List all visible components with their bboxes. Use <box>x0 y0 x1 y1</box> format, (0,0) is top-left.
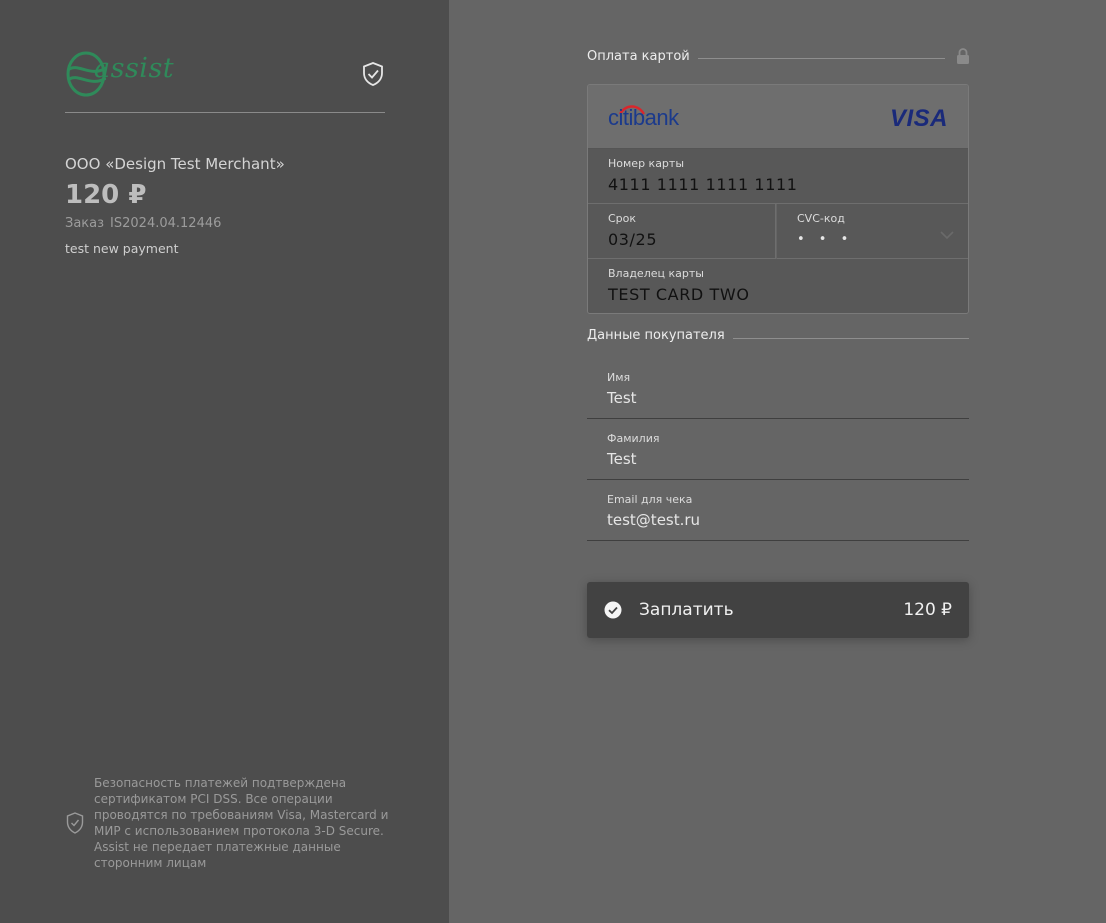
visa-logo: VISA <box>889 105 948 132</box>
buyer-section-title: Данные покупателя <box>587 328 733 343</box>
pay-button-label: Заплатить <box>639 600 734 620</box>
card-number-label: Номер карты <box>608 157 685 170</box>
cvc-label: CVC-код <box>797 212 845 225</box>
lock-icon <box>957 48 969 64</box>
order-label: Заказ <box>65 216 105 231</box>
order-amount: 120 ₽ <box>65 180 147 210</box>
card-header: citibank VISA <box>588 85 968 149</box>
check-circle-icon <box>604 601 622 619</box>
email-value[interactable]: test@test.ru <box>607 511 700 529</box>
order-description: test new payment <box>65 241 179 256</box>
shield-check-icon <box>363 62 383 86</box>
first-name-field[interactable]: Имя Test <box>587 359 969 419</box>
bank-logo: citibank <box>608 103 698 133</box>
expiry-value[interactable]: 03/25 <box>608 230 657 249</box>
expiry-field[interactable]: Срок 03/25 <box>588 204 776 259</box>
bank-name: citibank <box>608 105 679 130</box>
divider <box>65 112 385 113</box>
email-label: Email для чека <box>607 493 693 506</box>
card-form: citibank VISA Номер карты 4111 1111 1111… <box>587 84 969 314</box>
chevron-down-icon[interactable] <box>940 230 954 240</box>
expiry-label: Срок <box>608 212 637 225</box>
card-number-value[interactable]: 4111 1111 1111 1111 <box>608 175 798 194</box>
cvc-field[interactable]: CVC-код • • • <box>777 204 968 259</box>
card-number-field[interactable]: Номер карты 4111 1111 1111 1111 <box>588 149 968 204</box>
email-field[interactable]: Email для чека test@test.ru <box>587 481 969 541</box>
card-section-title: Оплата картой <box>587 49 698 64</box>
pay-button[interactable]: Заплатить 120 ₽ <box>587 582 969 638</box>
last-name-label: Фамилия <box>607 432 660 445</box>
security-note: Безопасность платежей подтверждена серти… <box>94 776 389 870</box>
assist-logo-text: assist <box>94 53 175 84</box>
cvc-value[interactable]: • • • <box>797 232 853 247</box>
first-name-value[interactable]: Test <box>607 389 637 407</box>
order-number: Заказ IS2024.04.12446 <box>65 216 227 231</box>
merchant-name: ООО «Design Test Merchant» <box>65 155 285 173</box>
cardholder-value[interactable]: TEST CARD TWO <box>608 285 750 304</box>
cardholder-field[interactable]: Владелец карты TEST CARD TWO <box>588 259 968 313</box>
pay-button-amount: 120 ₽ <box>903 600 952 620</box>
last-name-value[interactable]: Test <box>607 450 637 468</box>
last-name-field[interactable]: Фамилия Test <box>587 420 969 480</box>
cardholder-label: Владелец карты <box>608 267 704 280</box>
order-summary-panel: assist ООО «Design Test Merchant» 120 ₽ … <box>0 0 449 923</box>
shield-check-icon <box>66 812 84 834</box>
order-id: IS2024.04.12446 <box>110 216 222 231</box>
first-name-label: Имя <box>607 371 631 384</box>
assist-logo: assist <box>66 50 196 98</box>
